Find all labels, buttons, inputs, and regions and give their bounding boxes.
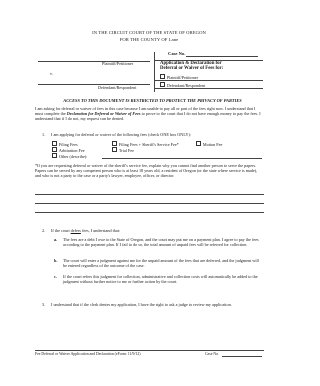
footer-rule [35,350,264,351]
fee-motion-label: Motion Fee [202,141,223,147]
caption-bottom-rule [155,88,263,89]
item2-intro-defers: defers [70,228,81,233]
form-title: Application & Declaration for Deferral o… [160,61,260,72]
fee-motion-checkbox[interactable] [196,141,202,147]
item2-intro: If the court defers fees, I understand t… [51,228,120,233]
fee-arbitration-checkbox[interactable] [52,147,58,153]
fee-filing[interactable]: Filing Fees [52,141,78,147]
fee-other-description-line[interactable] [102,158,262,159]
court-name-line: IN THE CIRCUIT COURT OF THE STATE OF ORE… [92,30,206,35]
caption-mid-rule [155,80,263,81]
plaintiff-checkbox[interactable] [160,74,166,80]
fee-arbitration[interactable]: Arbitration Fee [52,147,85,153]
footer-case-number-line[interactable] [222,356,262,357]
fee-filing-checkbox[interactable] [52,141,58,147]
item1-number: 1. [42,132,46,137]
fee-filing-sheriff-checkbox[interactable] [112,141,118,147]
form-title-line2: Deferral or Waiver of Fees for: [160,66,224,72]
fee-other-label: Other (describe): [58,153,88,159]
item2-bullet-c: If the court refers this judgment for co… [63,274,258,285]
case-number-line[interactable] [186,56,258,57]
intro-paragraph: I am asking for deferral or waiver of fe… [35,106,264,121]
case-number-label: Case No. [168,51,186,56]
item2-bullet-b-letter: b. [54,258,58,263]
fee-trial-checkbox[interactable] [112,147,118,153]
court-county-line: FOR THE COUNTY OF Lane [119,37,179,42]
item2-intro-text-2: fees, I understand that: [80,228,121,233]
explanation-line-3[interactable] [35,212,264,213]
caption-divider [154,52,155,92]
defendant-label: Defendant/Respondent [98,85,137,90]
access-notice: ACCESS TO THIS DOCUMENT IS RESTRICTED TO… [63,98,242,103]
versus-label: v. [50,71,53,76]
item2-bullet-c-letter: c. [54,274,57,279]
item3-number: 3. [42,302,46,307]
explanation-line-2[interactable] [35,203,264,204]
fee-trial[interactable]: Trial Fee [112,147,134,153]
fee-other[interactable]: Other (describe): [52,153,87,159]
footer-case-number-label: Case No. [205,352,219,356]
item2-bullet-a: The fees are a debt I owe to the State o… [63,237,259,248]
form-page: IN THE CIRCUIT COURT OF THE STATE OF ORE… [0,0,298,386]
fee-other-checkbox[interactable] [52,153,58,159]
fee-motion[interactable]: Motion Fee [196,141,222,147]
explanation-line-1[interactable] [35,194,264,195]
plaintiff-label: Plaintiff/Petitioner [102,61,134,66]
fee-trial-label: Trial Fee [118,147,134,153]
item2-number: 2. [42,228,46,233]
fee-filing-sheriff[interactable]: Filing Fees + Sheriff's Service Fee* [112,141,179,147]
item2-bullet-a-letter: a. [54,237,58,242]
sheriff-service-note: *If you are requesting deferral or waive… [35,163,258,179]
item3-text: I understand that if the clerk denies my… [51,302,232,307]
plaintiff-name-line[interactable] [38,61,150,62]
item2-bullet-b: The court will enter a judgment against … [63,258,259,269]
item2-intro-text-1: If the court [51,228,71,233]
defendant-checkbox[interactable] [160,82,166,88]
item1-text: I am applying for deferral or waiver of … [51,132,192,137]
footer-form-title: Fee Deferral or Waiver Application and D… [35,352,141,356]
